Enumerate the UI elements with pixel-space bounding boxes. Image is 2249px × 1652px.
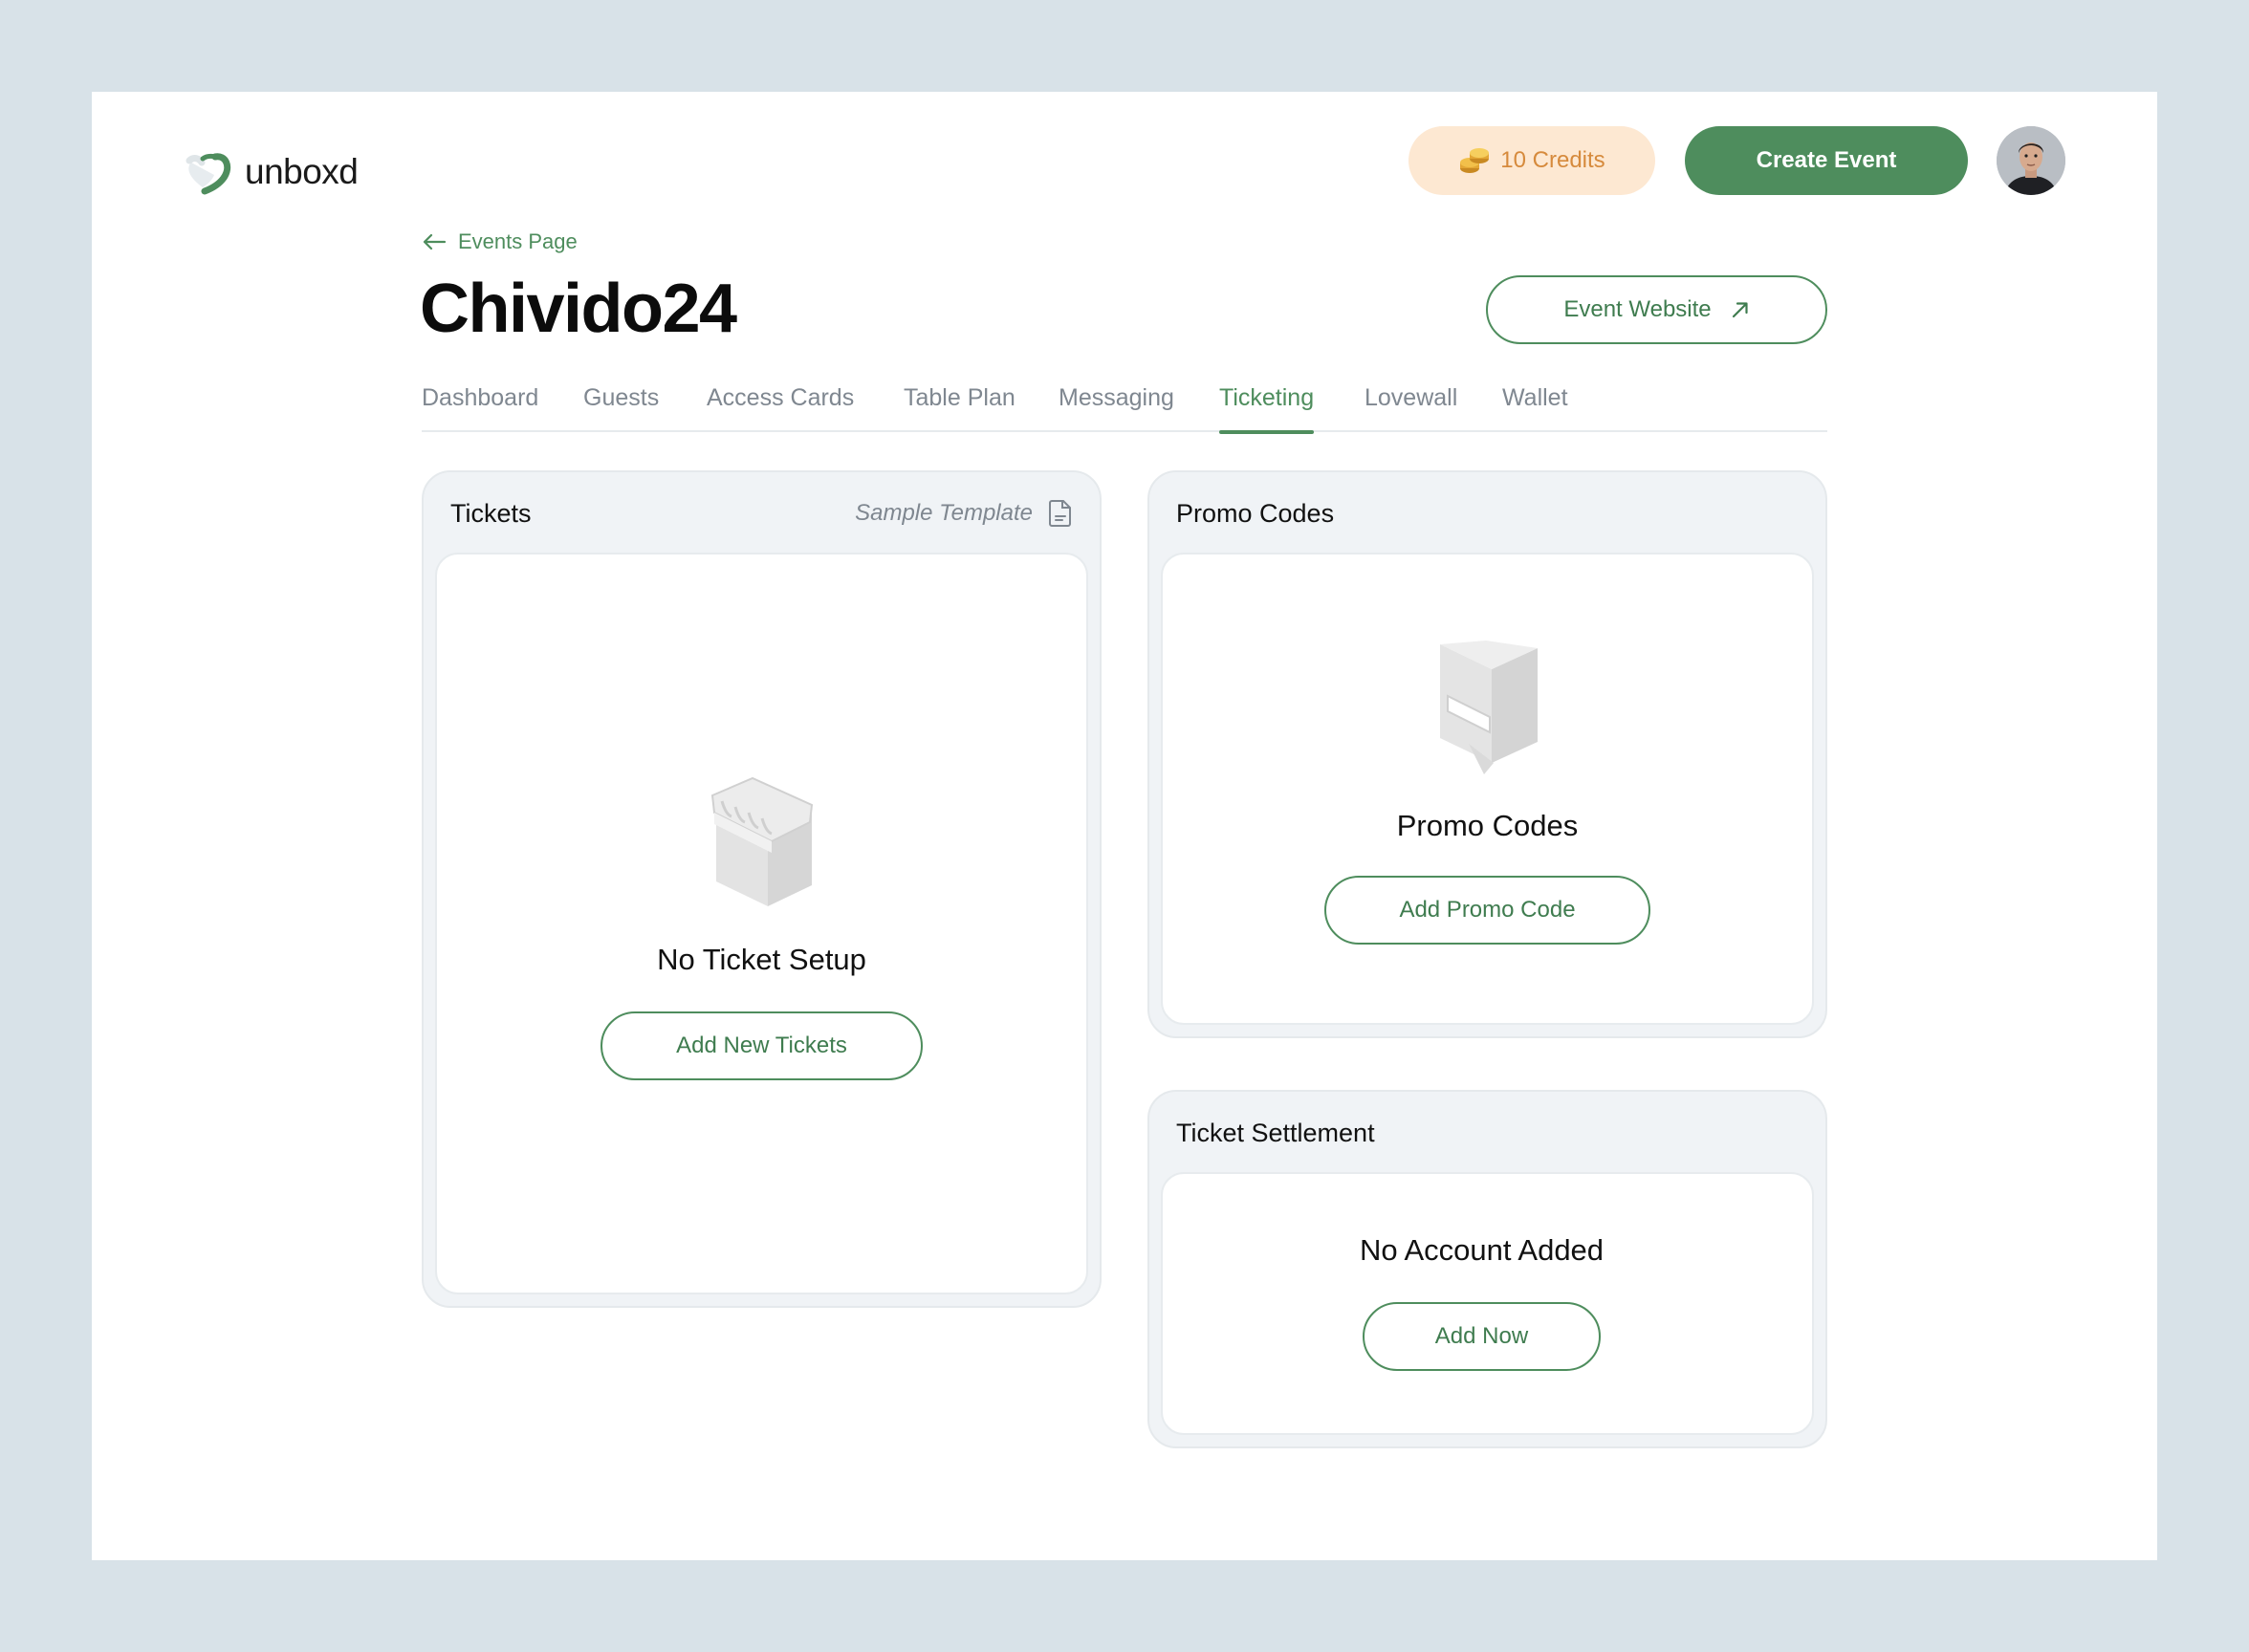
promo-empty-panel: Promo Codes Add Promo Code bbox=[1161, 553, 1814, 1025]
add-new-tickets-button[interactable]: Add New Tickets bbox=[600, 1011, 923, 1080]
promo-empty-title: Promo Codes bbox=[1396, 809, 1579, 842]
tickets-card: Tickets Sample Template No Ticket Setup … bbox=[422, 470, 1102, 1308]
event-tabs: Dashboard Guests Access Cards Table Plan… bbox=[422, 384, 1827, 434]
settlement-empty-title: No Account Added bbox=[1359, 1233, 1605, 1267]
ticket-booth-icon bbox=[710, 776, 813, 906]
ticket-settlement-card: Ticket Settlement No Account Added Add N… bbox=[1147, 1090, 1827, 1448]
add-promo-code-button[interactable]: Add Promo Code bbox=[1324, 876, 1650, 945]
user-avatar-image bbox=[1997, 126, 2065, 195]
sample-template-label: Sample Template bbox=[855, 500, 1033, 526]
tab-access-cards[interactable]: Access Cards bbox=[707, 384, 854, 432]
app-frame: unboxd 10 Credits Create Event Events Pa… bbox=[92, 92, 2157, 1560]
page-title: Chivido24 bbox=[420, 271, 737, 347]
event-website-button[interactable]: Event Website bbox=[1486, 275, 1827, 344]
create-event-button[interactable]: Create Event bbox=[1685, 126, 1968, 195]
promo-card-title: Promo Codes bbox=[1176, 499, 1335, 528]
brand-name: unboxd bbox=[245, 152, 359, 191]
settlement-empty-panel: No Account Added Add Now bbox=[1161, 1172, 1814, 1435]
promo-stand-icon bbox=[1439, 641, 1538, 774]
arrow-left-icon bbox=[423, 233, 447, 250]
back-link-label: Events Page bbox=[458, 229, 578, 253]
credits-label: 10 Credits bbox=[1500, 147, 1605, 173]
avatar[interactable] bbox=[1997, 126, 2065, 195]
tab-guests[interactable]: Guests bbox=[583, 384, 659, 432]
document-icon bbox=[1049, 500, 1071, 527]
tab-dashboard[interactable]: Dashboard bbox=[422, 384, 538, 432]
tab-wallet[interactable]: Wallet bbox=[1502, 384, 1568, 432]
add-account-button[interactable]: Add Now bbox=[1363, 1302, 1601, 1371]
arrow-up-right-icon bbox=[1732, 302, 1748, 318]
promo-codes-card: Promo Codes Promo Codes Add Promo Code bbox=[1147, 470, 1827, 1038]
brand-logo[interactable]: unboxd bbox=[184, 138, 359, 206]
sample-template-link[interactable]: Sample Template bbox=[855, 499, 1073, 528]
credits-button[interactable]: 10 Credits bbox=[1408, 126, 1655, 195]
tickets-card-title: Tickets bbox=[450, 499, 532, 528]
coins-icon bbox=[1458, 145, 1491, 176]
heart-logo-icon bbox=[186, 153, 231, 195]
tab-table-plan[interactable]: Table Plan bbox=[904, 384, 1015, 432]
event-website-label: Event Website bbox=[1563, 296, 1712, 322]
back-to-events-link[interactable]: Events Page bbox=[422, 229, 578, 254]
tab-ticketing[interactable]: Ticketing bbox=[1219, 384, 1315, 434]
tab-lovewall[interactable]: Lovewall bbox=[1365, 384, 1457, 432]
tickets-empty-title: No Ticket Setup bbox=[657, 943, 866, 976]
tickets-empty-panel: No Ticket Setup Add New Tickets bbox=[435, 553, 1088, 1294]
tab-messaging[interactable]: Messaging bbox=[1059, 384, 1174, 432]
settlement-card-title: Ticket Settlement bbox=[1176, 1119, 1375, 1147]
